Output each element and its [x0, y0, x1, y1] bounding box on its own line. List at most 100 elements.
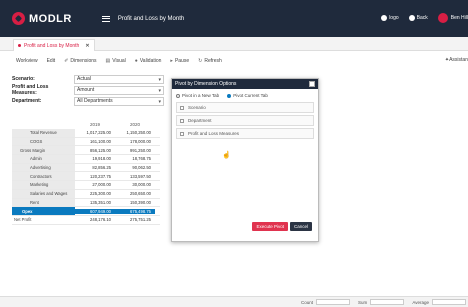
status-sum-label: Sum [358, 299, 368, 305]
dimensions-icon: ✐ [64, 58, 69, 64]
active-dot-icon [18, 44, 21, 47]
table-row[interactable]: Gross Margin 856,125.00 991,250.00 [12, 146, 160, 156]
logo-menu-label: logo [389, 15, 399, 21]
grid-cell[interactable]: 150,390.00 [115, 200, 155, 205]
row-header[interactable]: Salaries and Wages [12, 189, 75, 198]
department-select[interactable]: All Departments [74, 96, 164, 106]
table-row[interactable]: Admin 19,918.00 18,768.75 [12, 155, 160, 164]
grid-cell[interactable]: 135,351.00 [75, 200, 115, 205]
execute-pivot-button[interactable]: Execute Pivot [252, 222, 288, 231]
back-icon [408, 15, 415, 21]
row-header[interactable]: Opex [12, 207, 75, 215]
table-row[interactable]: COGS 161,100.00 178,000.00 [12, 137, 160, 147]
row-header[interactable]: Total Revenue [12, 129, 75, 137]
toolbar-edit[interactable]: Edit [47, 58, 56, 64]
row-header[interactable]: Admin [12, 155, 75, 163]
dialog-header: Pivot by Dimension Options [172, 79, 318, 89]
row-header[interactable]: COGS [12, 137, 75, 146]
grid-cell[interactable]: 1,017,225.00 [75, 130, 115, 135]
filter-label: Department: [12, 98, 42, 104]
grid-cell[interactable]: 19,918.00 [75, 156, 115, 161]
toolbar-dimensions-label: Dimensions [70, 58, 97, 64]
column-header[interactable]: 2020 [115, 122, 155, 127]
table-row[interactable]: Total Revenue 1,017,225.00 1,150,250.00 [12, 129, 160, 138]
table-row[interactable]: Salaries and Wages 225,300.00 250,650.00 [12, 189, 160, 199]
dialog-title: Pivot by Dimension Options [175, 81, 237, 87]
table-row[interactable]: Advertising 82,856.25 90,062.50 [12, 163, 160, 173]
grid-cell[interactable]: 991,250.00 [115, 148, 155, 153]
grid-cell[interactable]: 248,176.10 [75, 217, 115, 222]
table-row[interactable]: Marketing 27,000.00 30,000.00 [12, 181, 160, 190]
grid-cell[interactable]: 30,000.00 [115, 182, 155, 187]
row-header[interactable]: Gross Margin [12, 146, 75, 155]
dimension-list: Scenario Department Profit and Loss Meas… [176, 102, 314, 139]
grid-cell[interactable]: 1,150,250.00 [115, 130, 155, 135]
user-menu[interactable]: Ben Hill [437, 13, 468, 23]
hamburger-menu-icon[interactable] [101, 15, 110, 22]
grid-cell[interactable]: 27,000.00 [75, 182, 115, 187]
grid-cell[interactable]: 250,650.00 [115, 191, 155, 196]
grid-cell[interactable]: 18,768.75 [115, 156, 155, 161]
grid-cell[interactable]: 161,100.00 [75, 139, 115, 144]
tab-profit-and-loss[interactable]: Profit and Loss by Month ✕ [13, 39, 95, 51]
grid-cell[interactable]: 178,000.00 [115, 139, 155, 144]
assistant-button[interactable]: ✦ Assistan [445, 57, 468, 63]
radio-unchecked-icon [176, 93, 180, 98]
checkbox-icon [180, 131, 184, 136]
toolbar-workview-label: Workview [16, 58, 38, 64]
grid-cell[interactable]: 675,498.75 [115, 208, 155, 214]
dimension-option-measures[interactable]: Profit and Loss Measures [176, 128, 314, 139]
radio-current-tab[interactable]: Pivot Current Tab [227, 93, 268, 98]
page-title: Profit and Loss by Month [117, 15, 185, 22]
dimension-option-scenario[interactable]: Scenario [176, 102, 314, 113]
toolbar-pause[interactable]: ▸ Pause [170, 58, 189, 64]
grid-cell[interactable]: 275,751.25 [115, 217, 155, 222]
dialog-close-button[interactable] [309, 81, 315, 87]
modlr-logo[interactable]: MODLR [12, 12, 72, 25]
row-header[interactable]: Rent [12, 198, 75, 207]
toolbar-dimensions[interactable]: ✐ Dimensions [64, 58, 96, 64]
grid-cell[interactable]: 607,949.00 [75, 208, 115, 214]
table-row[interactable]: Rent 135,351.00 150,390.00 [12, 198, 160, 208]
filter-row-measures: Profit and Loss Measures: Amount [12, 84, 164, 96]
checkbox-icon [180, 105, 184, 110]
grid-cell[interactable]: 133,597.50 [115, 174, 155, 179]
tag-icon [381, 15, 388, 21]
toolbar-visual-label: Visual [112, 58, 126, 64]
grid-header: 2019 2020 [12, 120, 160, 129]
status-sum: Sum [358, 299, 405, 305]
table-row[interactable]: Contractors 120,237.75 133,597.50 [12, 172, 160, 182]
checkbox-icon [180, 118, 184, 123]
toolbar-workview[interactable]: Workview [16, 58, 38, 64]
scenario-select[interactable]: Actual [74, 74, 164, 84]
cancel-button[interactable]: Cancel [289, 222, 312, 231]
tab-label: Profit and Loss by Month [24, 42, 80, 49]
grid-cell[interactable]: 82,856.25 [75, 165, 115, 170]
grid-cell[interactable]: 225,300.00 [75, 191, 115, 196]
row-header[interactable]: Contractors [12, 172, 75, 181]
row-header[interactable]: Advertising [12, 163, 75, 172]
close-tab-icon[interactable]: ✕ [85, 43, 89, 49]
grid-cell[interactable]: 120,237.75 [75, 174, 115, 179]
toolbar-validation[interactable]: ● Validation [135, 58, 162, 64]
radio-new-tab[interactable]: Pivot in a New Tab [176, 93, 219, 98]
toolbar-refresh[interactable]: ↻ Refresh [198, 58, 222, 64]
back-button[interactable]: Back [408, 15, 428, 21]
measures-select[interactable]: Amount [74, 85, 164, 95]
toolbar-visual[interactable]: ▤ Visual [106, 58, 126, 64]
dimension-option-department[interactable]: Department [176, 115, 314, 126]
row-header[interactable]: Marketing [12, 181, 75, 189]
logo-text: MODLR [29, 12, 72, 25]
filter-row-scenario: Scenario: Actual [12, 74, 164, 84]
grid-cell[interactable]: 90,062.50 [115, 165, 155, 170]
row-header[interactable]: Net Profit [12, 215, 75, 224]
table-row-selected[interactable]: Opex 607,949.00 675,498.75 [12, 207, 160, 216]
table-row[interactable]: Net Profit 248,176.10 275,751.25 [12, 215, 160, 225]
pivot-grid: 2019 2020 Total Revenue 1,017,225.00 1,150… [12, 120, 160, 225]
grid-cell[interactable]: 856,125.00 [75, 148, 115, 153]
top-bar: MODLR Profit and Loss by Month logo Back… [0, 0, 468, 37]
column-header[interactable]: 2019 [75, 122, 115, 127]
status-bar: Count Sum Average [0, 296, 468, 307]
logo-menu-button[interactable]: logo [381, 15, 399, 21]
user-name: Ben Hill [450, 15, 468, 21]
